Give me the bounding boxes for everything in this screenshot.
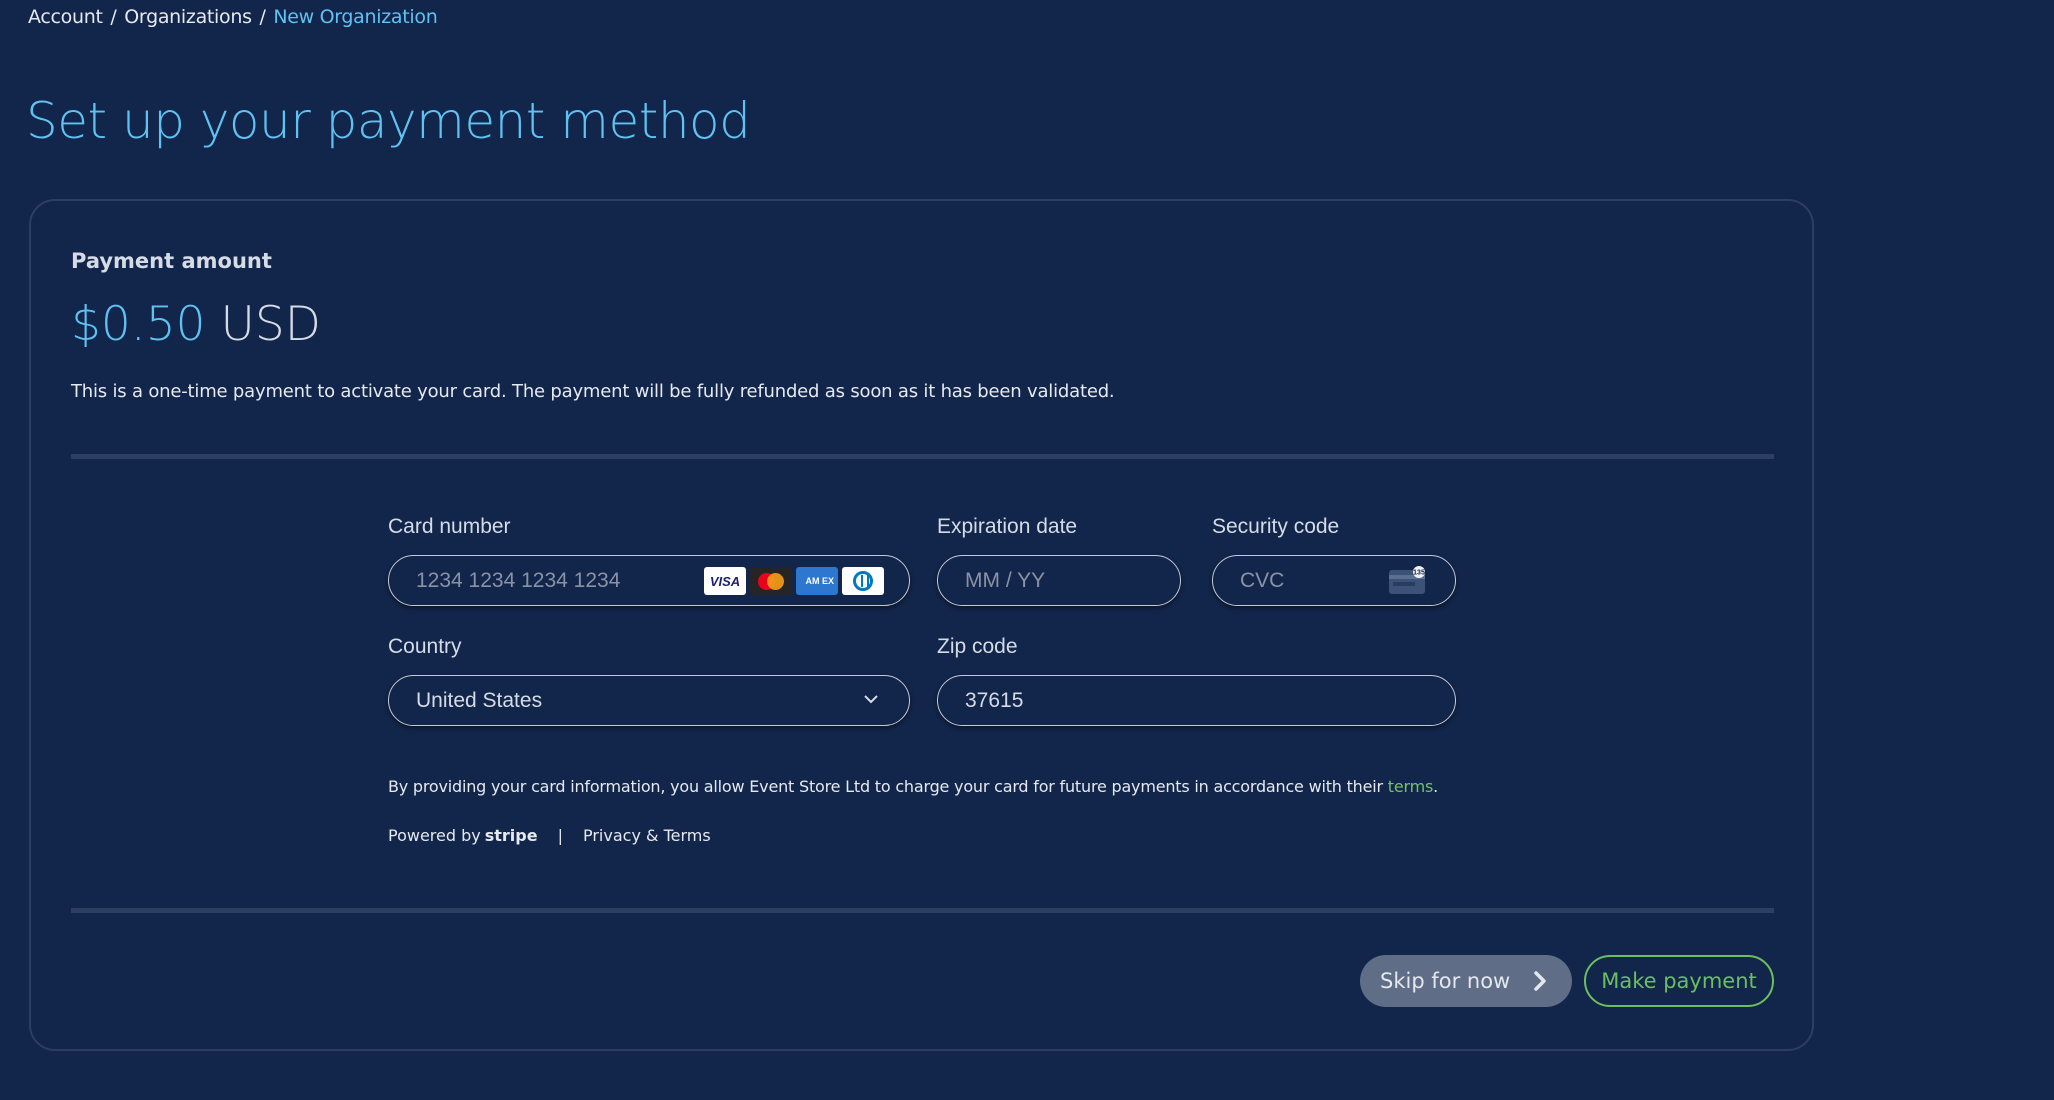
chevron-down-icon (864, 695, 878, 704)
card-brands: VISA AM EX (704, 567, 884, 595)
zip-code-label: Zip code (937, 635, 1018, 658)
chevron-right-icon (1534, 971, 1546, 991)
security-code-input[interactable]: CVC 135 (1212, 555, 1456, 606)
country-selected-value: United States (416, 688, 543, 712)
expiration-date-input[interactable]: MM / YY (937, 555, 1181, 606)
stripe-logo[interactable]: stripe (485, 826, 538, 845)
footer-separator: | (557, 826, 563, 845)
payment-amount: $0.50 USD (71, 297, 321, 352)
amount-value: $0.50 (71, 297, 206, 352)
breadcrumb-current: New Organization (273, 6, 438, 28)
card-number-label: Card number (388, 515, 511, 538)
breadcrumb: Account / Organizations / New Organizati… (28, 6, 438, 28)
card-number-placeholder: 1234 1234 1234 1234 (416, 568, 621, 592)
stripe-card-form: Card number 1234 1234 1234 1234 VISA AM … (388, 201, 1488, 901)
security-code-label: Security code (1212, 515, 1340, 538)
consent-text: By providing your card information, you … (388, 777, 1439, 796)
amex-icon: AM EX (796, 567, 838, 595)
zip-code-value: 37615 (965, 688, 1024, 712)
country-label: Country (388, 635, 462, 658)
diners-club-icon (842, 567, 884, 595)
svg-text:135: 135 (1413, 570, 1425, 577)
payment-amount-label: Payment amount (71, 249, 272, 273)
expiration-placeholder: MM / YY (965, 568, 1046, 592)
payment-panel: Payment amount $0.50 USD This is a one-t… (29, 199, 1814, 1051)
breadcrumb-separator: / (259, 6, 266, 28)
breadcrumb-account[interactable]: Account (28, 6, 103, 28)
page-title: Set up your payment method (26, 92, 751, 150)
make-payment-button[interactable]: Make payment (1584, 955, 1774, 1007)
skip-for-now-button[interactable]: Skip for now (1360, 955, 1572, 1007)
card-number-input[interactable]: 1234 1234 1234 1234 VISA AM EX (388, 555, 910, 606)
zip-code-input[interactable]: 37615 (937, 675, 1456, 726)
divider (71, 908, 1774, 913)
powered-by-stripe: Powered by stripe | Privacy & Terms (388, 826, 711, 845)
privacy-terms-link[interactable]: Privacy & Terms (583, 826, 711, 845)
visa-icon: VISA (704, 567, 746, 595)
breadcrumb-separator: / (110, 6, 117, 28)
expiration-date-label: Expiration date (937, 515, 1078, 538)
breadcrumb-organizations[interactable]: Organizations (124, 6, 252, 28)
cvc-placeholder: CVC (1240, 568, 1285, 592)
mastercard-icon (750, 567, 792, 595)
cvc-card-icon: 135 (1389, 566, 1425, 594)
country-select[interactable]: United States (388, 675, 910, 726)
amount-currency: USD (220, 297, 321, 352)
terms-link[interactable]: terms (1388, 777, 1434, 796)
